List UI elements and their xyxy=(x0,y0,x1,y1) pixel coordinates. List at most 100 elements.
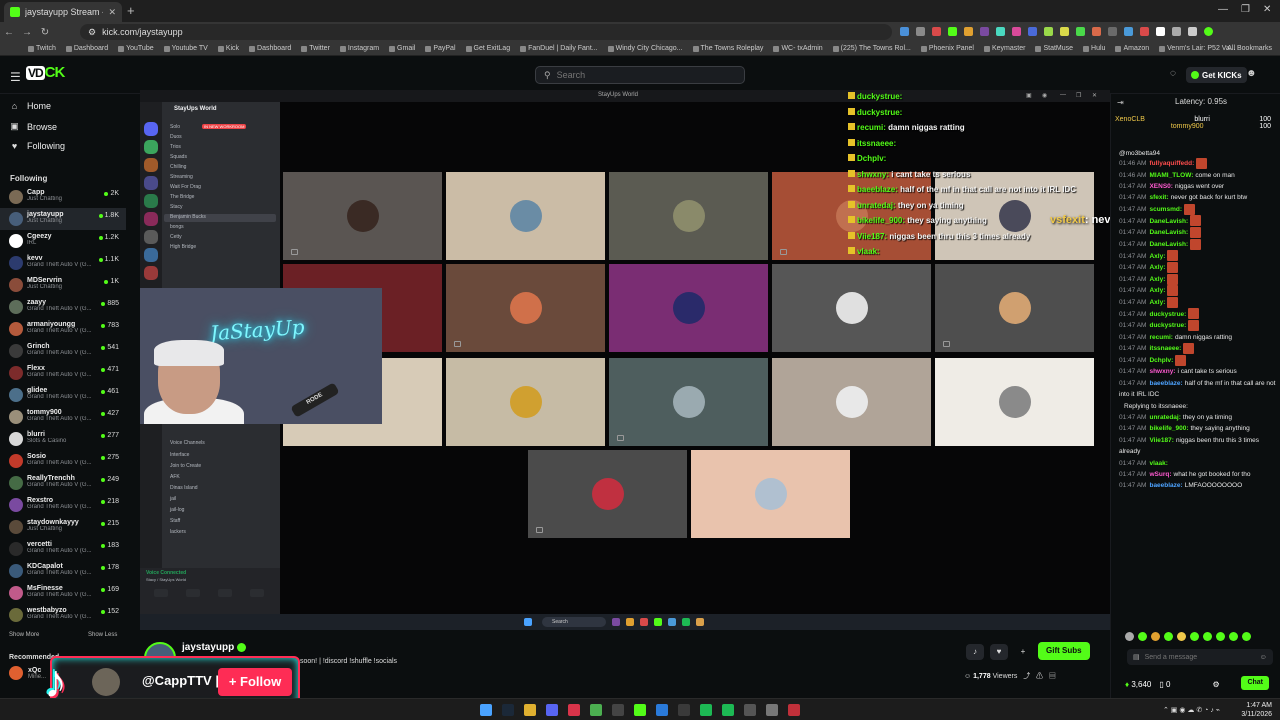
message-user[interactable]: shwxny: xyxy=(1149,368,1175,375)
extension-icon[interactable] xyxy=(1044,27,1053,36)
discord-icon[interactable] xyxy=(546,704,558,716)
bookmark-item[interactable]: FanDuel | Daily Fant... xyxy=(520,45,598,52)
sidebar-channel-armaniyoungg[interactable]: armaniyoungg Grand Theft Auto V (G... 783 xyxy=(0,318,126,340)
message-user[interactable]: Axly: xyxy=(1149,287,1165,294)
message-user[interactable]: bikelife_900: xyxy=(1149,425,1188,432)
chat-settings-icon[interactable]: ⚙ xyxy=(1212,680,1219,689)
bookmark-item[interactable]: Youtube TV xyxy=(163,45,208,52)
bookmark-item[interactable]: Instagram xyxy=(339,45,379,52)
app-icon[interactable] xyxy=(678,704,690,716)
user-avatar[interactable]: ☻ xyxy=(1246,68,1257,79)
sidebar-channel-reallytrenchh[interactable]: ReallyTrenchh Grand Theft Auto V (G... 249 xyxy=(0,472,126,494)
browser-tab[interactable]: jaystayupp Stream - Watch Liv ✕ xyxy=(4,2,122,22)
bookmark-item[interactable]: Twitter xyxy=(301,45,330,52)
app-icon[interactable] xyxy=(656,704,668,716)
more-icon[interactable]: ▤ xyxy=(1049,673,1056,680)
streamer-name[interactable]: jaystayupp xyxy=(182,642,247,653)
sidebar-channel-westbabyzo[interactable]: westbabyzo Grand Theft Auto V (G... 152 xyxy=(0,604,126,626)
sidebar-channel-flexx[interactable]: Flexx Grand Theft Auto V (G... 471 xyxy=(0,362,126,384)
message-user[interactable]: baeeblaze: xyxy=(1149,380,1182,387)
bookmark-item[interactable]: Venm's Lair: P52 Va... xyxy=(1159,45,1236,52)
message-user[interactable]: sfexit: xyxy=(1149,194,1168,201)
bookmark-item[interactable]: (225) The Towns Rol... xyxy=(832,45,911,52)
message-user[interactable]: Dchplv: xyxy=(1149,357,1173,364)
kick-icon[interactable] xyxy=(634,704,646,716)
obs-icon[interactable] xyxy=(744,704,756,716)
recommended-item[interactable]: xQc Mine... xyxy=(9,666,46,680)
bookmark-item[interactable]: YouTube xyxy=(118,45,154,52)
extension-icon[interactable] xyxy=(932,27,941,36)
message-user[interactable]: DaneLavish: xyxy=(1149,241,1188,248)
message-user[interactable]: Axly: xyxy=(1149,253,1165,260)
sidebar-channel-msfinesse[interactable]: MsFinesse Grand Theft Auto V (G... 169 xyxy=(0,582,126,604)
system-tray[interactable]: ⌃ ▣ ◉ ☁ ✆ ◔ ♪ ⌁ xyxy=(1163,706,1220,714)
search-box[interactable]: ⚲ xyxy=(535,66,745,84)
emote-icon[interactable] xyxy=(1138,632,1147,641)
extension-icon[interactable] xyxy=(1156,27,1165,36)
kicks-balance[interactable]: ♦ 3,640 xyxy=(1125,680,1151,689)
bookmark-item[interactable]: Phoenix Panel xyxy=(920,45,974,52)
message-user[interactable]: Viie187: xyxy=(1149,437,1173,444)
points-count[interactable]: ▯ 0 xyxy=(1159,680,1170,689)
file-explorer-icon[interactable] xyxy=(524,704,536,716)
forward-icon[interactable]: → xyxy=(18,27,36,38)
gift-subs-button[interactable]: Gift Subs xyxy=(1038,642,1090,660)
sidebar-channel-cgeezy[interactable]: Cgeezy IRL 1.2K xyxy=(0,230,126,252)
get-kicks-button[interactable]: Get KICKs xyxy=(1186,67,1247,83)
extension-icon[interactable] xyxy=(1012,27,1021,36)
site-info-icon[interactable]: ⚙ xyxy=(88,27,96,38)
show-less-button[interactable]: Show Less xyxy=(88,632,117,638)
nav-following[interactable]: ♥ Following xyxy=(10,141,65,151)
all-bookmarks[interactable]: All Bookmarks xyxy=(1227,45,1272,52)
emote-icon[interactable] xyxy=(1177,632,1186,641)
sidebar-channel-capp[interactable]: Capp Just Chatting 2K xyxy=(0,186,126,208)
bookmark-item[interactable]: Hulu xyxy=(1083,45,1105,52)
message-user[interactable]: fullyaquiffedd: xyxy=(1149,160,1194,167)
bookmark-item[interactable]: PayPal xyxy=(425,45,456,52)
extension-icon[interactable] xyxy=(948,27,957,36)
windows-start-icon[interactable] xyxy=(480,704,492,716)
extension-icon[interactable] xyxy=(1060,27,1069,36)
emote-icon[interactable] xyxy=(1190,632,1199,641)
new-tab-icon[interactable]: + xyxy=(127,3,135,18)
minimize-icon[interactable]: — xyxy=(1218,4,1228,15)
extension-icon[interactable] xyxy=(1092,27,1101,36)
terminal-icon[interactable] xyxy=(612,704,624,716)
maximize-icon[interactable]: ❐ xyxy=(1241,4,1250,15)
message-user[interactable]: unratedaj: xyxy=(1149,414,1180,421)
app-icon[interactable] xyxy=(568,704,580,716)
bookmark-item[interactable]: Windy City Chicago... xyxy=(607,45,683,52)
sidebar-channel-glidee[interactable]: glidee Grand Theft Auto V (G... 461 xyxy=(0,384,126,406)
message-user[interactable]: wSurq: xyxy=(1149,471,1171,478)
sidebar-channel-vercetti[interactable]: vercetti Grand Theft Auto V (G... 183 xyxy=(0,538,126,560)
notification-bell-icon[interactable]: ♪ xyxy=(966,644,984,660)
extension-icon[interactable] xyxy=(916,27,925,36)
emote-icon[interactable] xyxy=(1216,632,1225,641)
sidebar-channel-mdservrin[interactable]: MDServrin Just Chatting 1K xyxy=(0,274,126,296)
message-user[interactable]: Axly: xyxy=(1149,264,1165,271)
notifications-icon[interactable]: ◌ xyxy=(1170,68,1176,79)
bookmark-item[interactable]: Kick xyxy=(217,45,239,52)
app-icon[interactable] xyxy=(722,704,734,716)
sidebar-channel-tommy900[interactable]: tommy900 Grand Theft Auto V (G... 427 xyxy=(0,406,126,428)
message-user[interactable]: XENS0: xyxy=(1149,183,1172,190)
sidebar-channel-zaayy[interactable]: zaayy Grand Theft Auto V (G... 885 xyxy=(0,296,126,318)
extension-icon[interactable] xyxy=(1188,27,1197,36)
emote-icon[interactable] xyxy=(1229,632,1238,641)
kick-logo[interactable]: VD CK xyxy=(26,64,65,81)
emoji-icon[interactable]: ☺ xyxy=(1260,654,1267,661)
message-user[interactable]: baeeblaze: xyxy=(1149,482,1182,489)
taskbar-clock[interactable]: 1:47 AM 3/11/2026 xyxy=(1241,701,1272,719)
search-input[interactable] xyxy=(556,70,727,80)
message-user[interactable]: duckystrue: xyxy=(1149,311,1186,318)
app-icon[interactable] xyxy=(788,704,800,716)
sidebar-channel-sosio[interactable]: Sosio Grand Theft Auto V (G... 275 xyxy=(0,450,126,472)
message-user[interactable]: vlaak: xyxy=(1149,460,1167,467)
extension-icon[interactable] xyxy=(1108,27,1117,36)
emote-icon[interactable] xyxy=(1203,632,1212,641)
collapse-chat-icon[interactable]: ⇥ xyxy=(1117,98,1124,107)
bookmark-item[interactable]: WC- txAdmin xyxy=(773,45,823,52)
message-user[interactable]: recumi: xyxy=(1149,334,1172,341)
url-field[interactable]: ⚙ kick.com/jaystayupp xyxy=(80,24,892,40)
send-message-input[interactable] xyxy=(1144,653,1255,661)
